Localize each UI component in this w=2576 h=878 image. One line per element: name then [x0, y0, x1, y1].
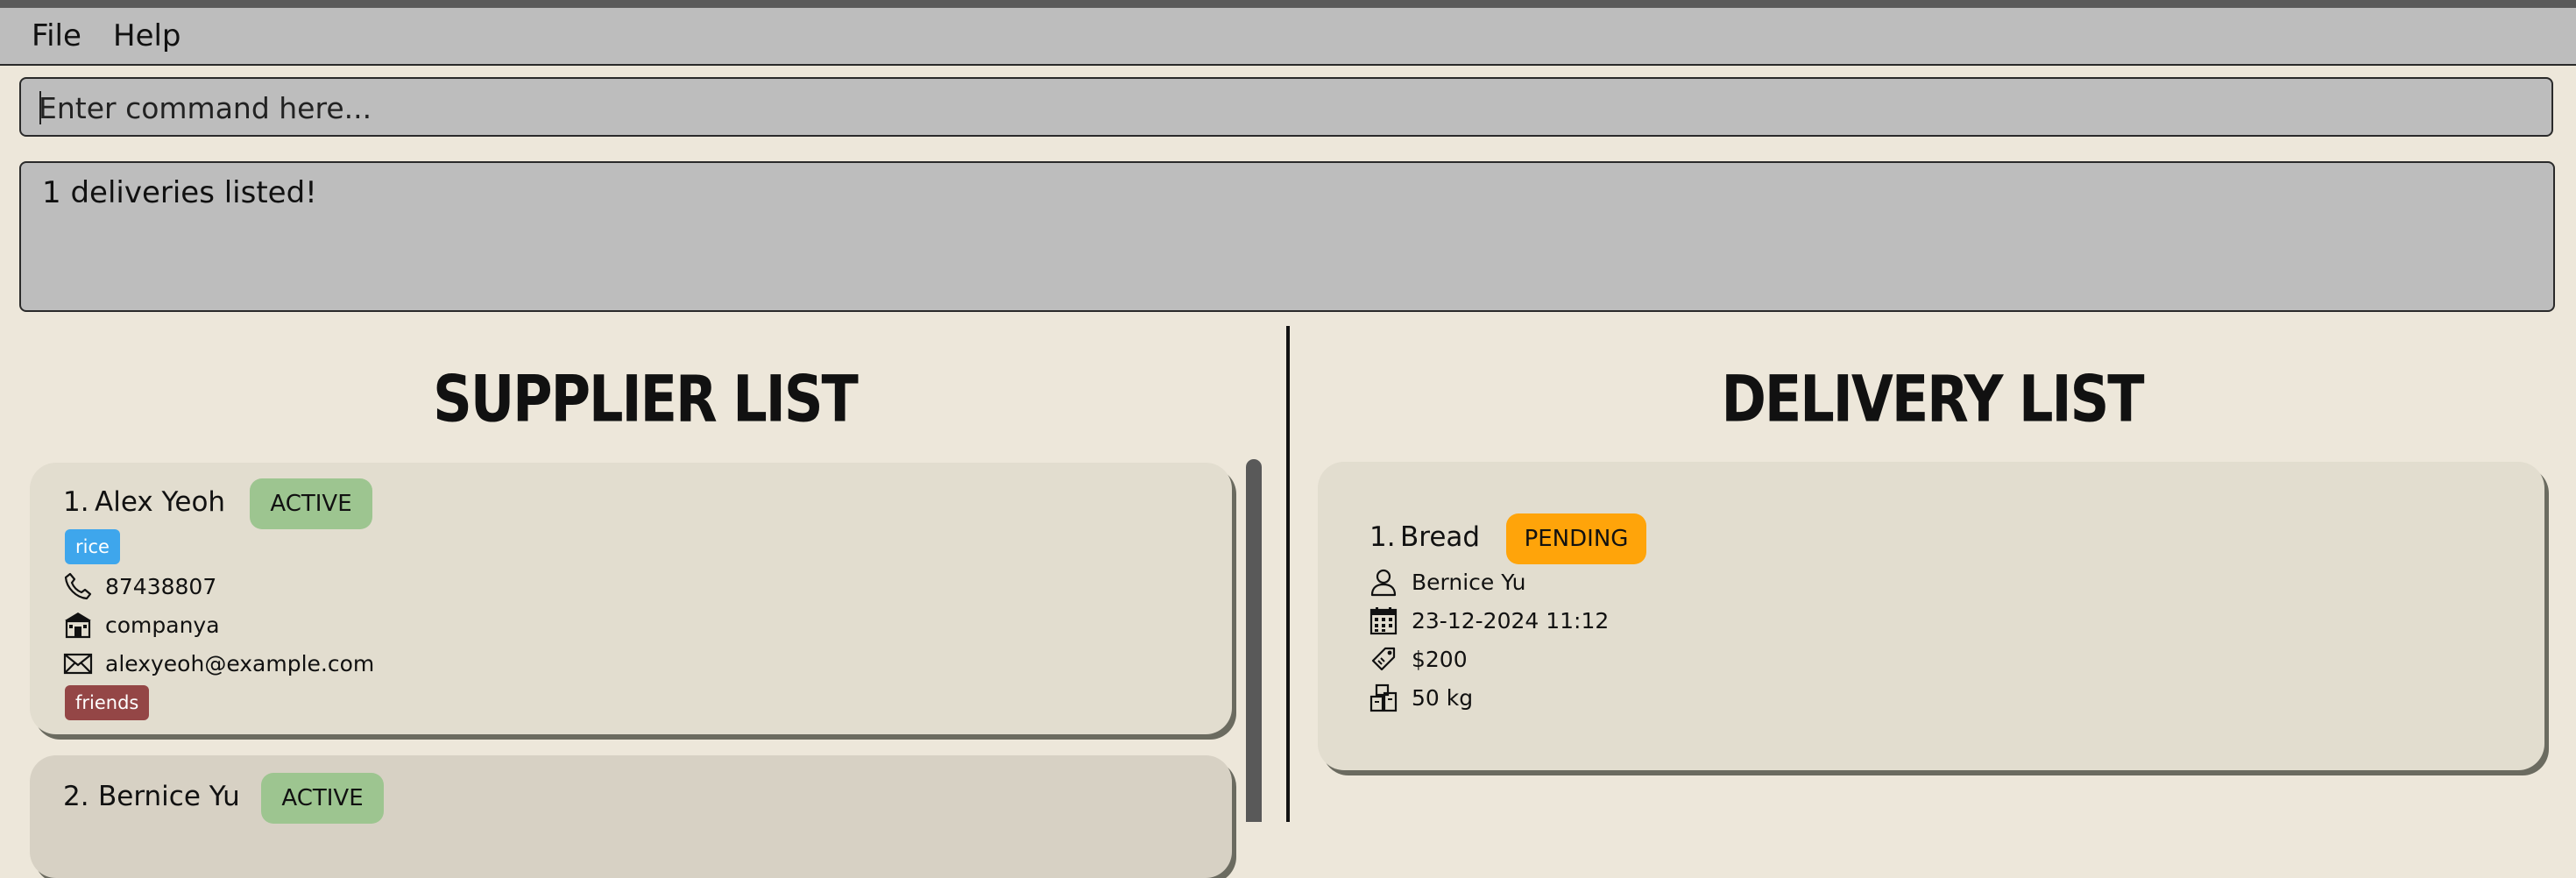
calendar-icon — [1369, 607, 1398, 635]
product-tag: rice — [65, 529, 120, 564]
supplier-company: companya — [105, 612, 220, 638]
result-message: 1 deliveries listed! — [42, 175, 317, 210]
price-tag-icon — [1371, 647, 1396, 671]
delivery-quantity: 50 kg — [1412, 685, 1474, 711]
supplier-card[interactable]: 2. Bernice Yu ACTIVE — [30, 755, 1232, 878]
supplier-email: alexyeoh@example.com — [105, 651, 375, 676]
menu-help[interactable]: Help — [113, 18, 181, 53]
supplier-list-title: SUPPLIER LIST — [433, 361, 859, 437]
supplier-list-scrollbar[interactable] — [1246, 459, 1262, 822]
window-top-edge — [0, 0, 2576, 8]
text-caret — [39, 91, 41, 124]
supplier-index: 2. — [63, 781, 89, 812]
supplier-tag: friends — [65, 685, 150, 720]
delivery-index: 1. — [1369, 521, 1396, 553]
supplier-name: Alex Yeoh — [95, 486, 226, 518]
delivery-supplier: Bernice Yu — [1412, 570, 1526, 595]
status-badge: PENDING — [1506, 513, 1646, 564]
supplier-name: Bernice Yu — [98, 781, 240, 812]
supplier-index: 1. — [63, 486, 89, 518]
status-badge: ACTIVE — [250, 478, 372, 529]
delivery-cost: $200 — [1412, 647, 1468, 672]
delivery-card[interactable]: 1. Bread PENDING Bernice Yu 23-12-2024 1… — [1318, 462, 2544, 770]
panel-divider[interactable] — [1286, 326, 1290, 822]
result-display: 1 deliveries listed! — [19, 161, 2555, 312]
supplier-phone: 87438807 — [105, 574, 217, 599]
phone-icon — [64, 572, 92, 600]
delivery-list-title: DELIVERY LIST — [1721, 361, 2144, 437]
person-icon — [1370, 569, 1397, 597]
menu-file[interactable]: File — [32, 18, 81, 53]
status-badge: ACTIVE — [261, 773, 384, 824]
building-icon — [65, 612, 91, 639]
delivery-product: Bread — [1400, 521, 1481, 553]
command-input[interactable] — [37, 86, 2537, 130]
menu-bar: File Help — [0, 8, 2576, 66]
envelope-icon — [63, 653, 93, 675]
delivery-date-time: 23-12-2024 11:12 — [1412, 608, 1610, 634]
command-box — [19, 77, 2553, 137]
supplier-card[interactable]: 1. Alex Yeoh ACTIVE rice 87438807 compan… — [30, 463, 1232, 734]
boxes-icon — [1369, 683, 1398, 712]
